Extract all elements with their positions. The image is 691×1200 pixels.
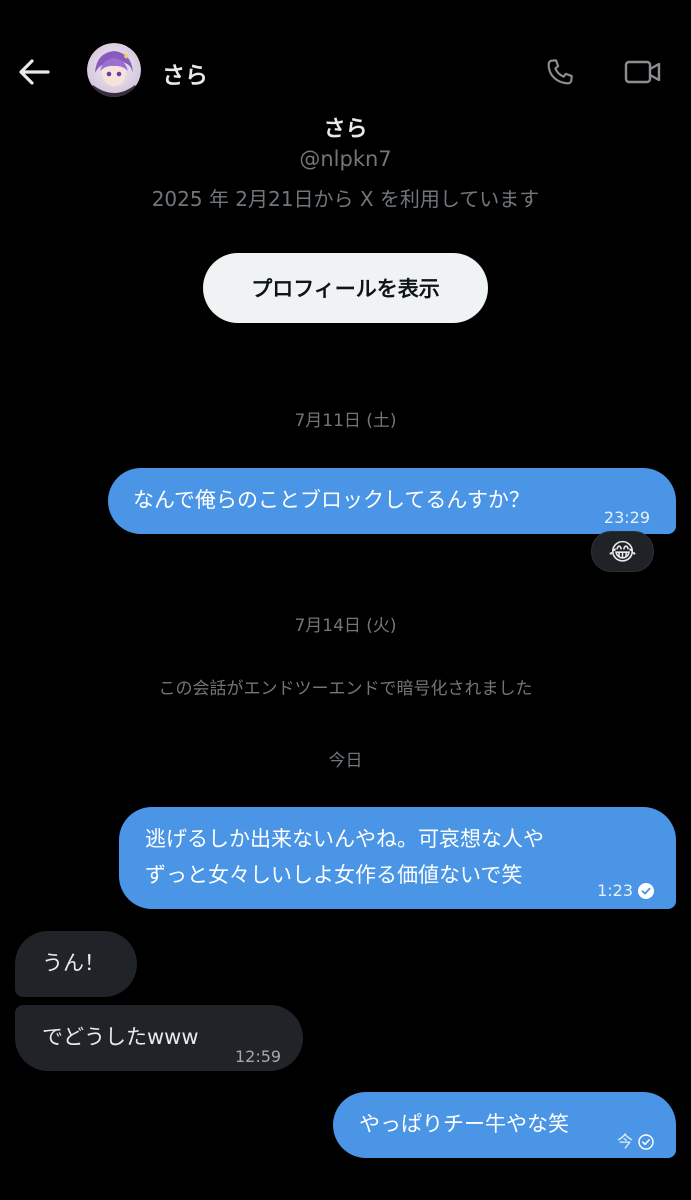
header-contact-name: さら — [162, 63, 208, 89]
message-text: なんで俺らのことブロックしてるんすか？ — [133, 488, 530, 512]
message-text: でどうしたwww — [42, 1025, 199, 1049]
message-bubble-sent[interactable]: 逃げるしか出来ないんやね。可哀想な人やずっと女々しいしよ女作る価値ないで笑 1:… — [119, 807, 676, 909]
check-circle-icon — [638, 882, 654, 899]
check-circle-outline-icon — [638, 1133, 654, 1150]
video-call-button[interactable] — [622, 53, 664, 91]
message-time: 今 — [616, 1132, 633, 1151]
profile-joined-date: 2025 年 2月21日から X を利用しています — [151, 187, 540, 211]
date-separator: 7月11日 (土) — [294, 411, 397, 431]
message-text: やっぱりチー牛やな笑 — [359, 1112, 569, 1136]
message-meta: 23:29 — [604, 500, 650, 535]
arrow-left-icon — [19, 59, 50, 85]
date-separator: 今日 — [328, 751, 363, 771]
message-meta: 今 — [617, 1124, 654, 1159]
message-time: 23:29 — [603, 508, 650, 527]
message-bubble-received[interactable]: でどうしたwww 12:59 — [15, 1005, 303, 1071]
back-button[interactable] — [14, 52, 54, 92]
view-profile-button[interactable]: プロフィールを表示 — [203, 253, 488, 323]
profile-handle: @nlpkn7 — [299, 147, 392, 171]
message-bubble-received[interactable]: うん！ — [15, 931, 137, 997]
avatar[interactable] — [87, 43, 141, 97]
message-meta: 12:59 — [235, 1039, 281, 1074]
video-camera-icon — [624, 60, 661, 84]
message-meta: 1:23 — [597, 873, 654, 908]
date-separator: 7月14日 (火) — [294, 616, 397, 636]
laughing-emoji-icon: 😂 — [608, 537, 637, 566]
message-time: 12:59 — [235, 1047, 282, 1066]
message-reaction[interactable]: 😂 — [591, 531, 654, 572]
message-text: うん！ — [42, 951, 105, 975]
encryption-notice: この会話がエンドツーエンドで暗号化されました — [158, 679, 533, 699]
message-bubble-sent[interactable]: なんで俺らのことブロックしてるんすか？ 23:29 — [108, 468, 676, 534]
phone-icon — [547, 59, 573, 85]
message-bubble-sent[interactable]: やっぱりチー牛やな笑 今 — [333, 1092, 676, 1158]
profile-name: さら — [323, 117, 368, 142]
call-button[interactable] — [541, 53, 579, 91]
message-text: 逃げるしか出来ないんやね。可哀想な人やずっと女々しいしよ女作る価値ないで笑 — [145, 827, 544, 887]
message-time: 1:23 — [597, 881, 633, 900]
